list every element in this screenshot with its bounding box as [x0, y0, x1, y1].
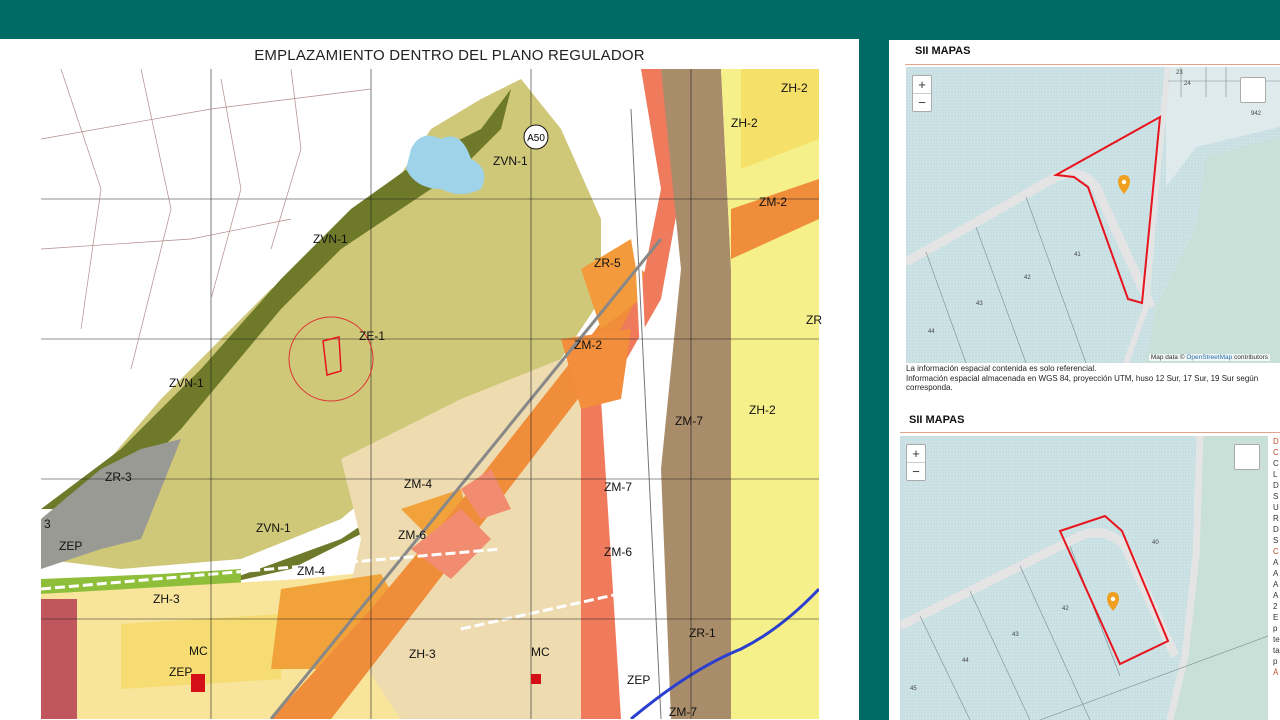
zoom-out-button[interactable]: −: [907, 462, 925, 480]
zone-label: ZM-7: [675, 414, 703, 428]
lot-number: 43: [1012, 632, 1019, 638]
zone-label: MC: [531, 645, 550, 659]
sii-bottom-map[interactable]: + − 40 42 43 44 45: [900, 436, 1268, 720]
zoom-control: + −: [912, 75, 932, 112]
zone-label: ZM-2: [759, 195, 787, 209]
sii-bottom-title: SII MAPAS: [909, 414, 965, 426]
layers-button[interactable]: [1234, 444, 1260, 470]
plan-title: EMPLAZAMIENTO DENTRO DEL PLANO REGULADOR: [254, 47, 645, 64]
openstreetmap-link[interactable]: OpenStreetMap: [1186, 354, 1232, 361]
zone-label: ZM-4: [297, 564, 325, 578]
zone-label: ZVN-1: [493, 154, 528, 168]
zone-label: ZR-3: [105, 470, 132, 484]
zoning-map: A50 ZH-2 ZH-2 ZM-2 ZVN-1 ZR-5 ZVN-1 ZE-1…: [40, 68, 822, 720]
lot-number: 40: [1152, 540, 1159, 546]
zone-label: ZM-6: [398, 528, 426, 542]
zone-label: ZM-4: [404, 477, 432, 491]
plano-regulador-panel: EMPLAZAMIENTO DENTRO DEL PLANO REGULADOR: [0, 39, 859, 720]
zone-label: ZVN-1: [256, 521, 291, 535]
zone-label: ZEP: [59, 539, 83, 553]
lot-number: 43: [976, 301, 983, 307]
sii-mapas-panel: SII MAPAS + − 23 24 942 41 42 43 44 Map …: [889, 40, 1280, 720]
zone-label: ZM-7: [669, 705, 697, 719]
zone-label: ZEP: [169, 665, 193, 679]
header-rule: [905, 64, 1280, 65]
zone-label: ZM-7: [604, 480, 632, 494]
zoning-map-graphic: A50: [40, 68, 821, 720]
zoom-out-button[interactable]: −: [913, 93, 931, 111]
lot-number: 44: [928, 329, 935, 335]
zoom-in-button[interactable]: +: [913, 76, 931, 93]
sii-top-map[interactable]: + − 23 24 942 41 42 43 44 Map data © Ope…: [906, 67, 1280, 363]
lot-number: 24: [1184, 81, 1191, 87]
cropped-side-panel: D C C L D S U R D S C A A A A 2 E p te t…: [1273, 437, 1280, 677]
zone-label: 3: [44, 517, 51, 531]
zone-label: ZE-1: [359, 329, 386, 343]
zone-label: ZVN-1: [169, 376, 204, 390]
zone-label: MC: [189, 644, 208, 658]
route-marker-a50: A50: [527, 133, 545, 144]
lot-number: 45: [910, 686, 917, 692]
sii-bottom-map-graphic: [900, 436, 1268, 720]
sii-top-map-graphic: [906, 67, 1280, 363]
zone-label: ZH-3: [409, 647, 436, 661]
lot-number: 44: [962, 658, 969, 664]
zone-label: ZH-2: [781, 81, 808, 95]
zone-label: ZR-1: [689, 626, 716, 640]
zone-label: ZEP: [627, 673, 651, 687]
layers-button[interactable]: [1240, 77, 1266, 103]
map-attribution: Map data © OpenStreetMap contributors: [1148, 354, 1270, 361]
header-rule: [900, 432, 1280, 433]
lot-number: 42: [1062, 606, 1069, 612]
zone-label: ZH-2: [749, 403, 776, 417]
lot-number: 942: [1251, 111, 1262, 117]
lot-number: 23: [1176, 70, 1183, 76]
zoom-in-button[interactable]: +: [907, 445, 925, 462]
zone-label: ZH-3: [153, 592, 180, 606]
sii-top-title: SII MAPAS: [915, 45, 971, 57]
disclaimer-text: La información espacial contenida es sol…: [906, 364, 1259, 392]
zone-label: ZM-2: [574, 338, 602, 352]
lot-number: 42: [1024, 275, 1031, 281]
zone-label: ZH-2: [731, 116, 758, 130]
zoom-control: + −: [906, 444, 926, 481]
zone-label: ZR: [806, 313, 822, 327]
zone-label: ZM-6: [604, 545, 632, 559]
zone-label: ZVN-1: [313, 232, 348, 246]
lot-number: 41: [1074, 252, 1081, 258]
zone-label: ZR-5: [594, 256, 621, 270]
